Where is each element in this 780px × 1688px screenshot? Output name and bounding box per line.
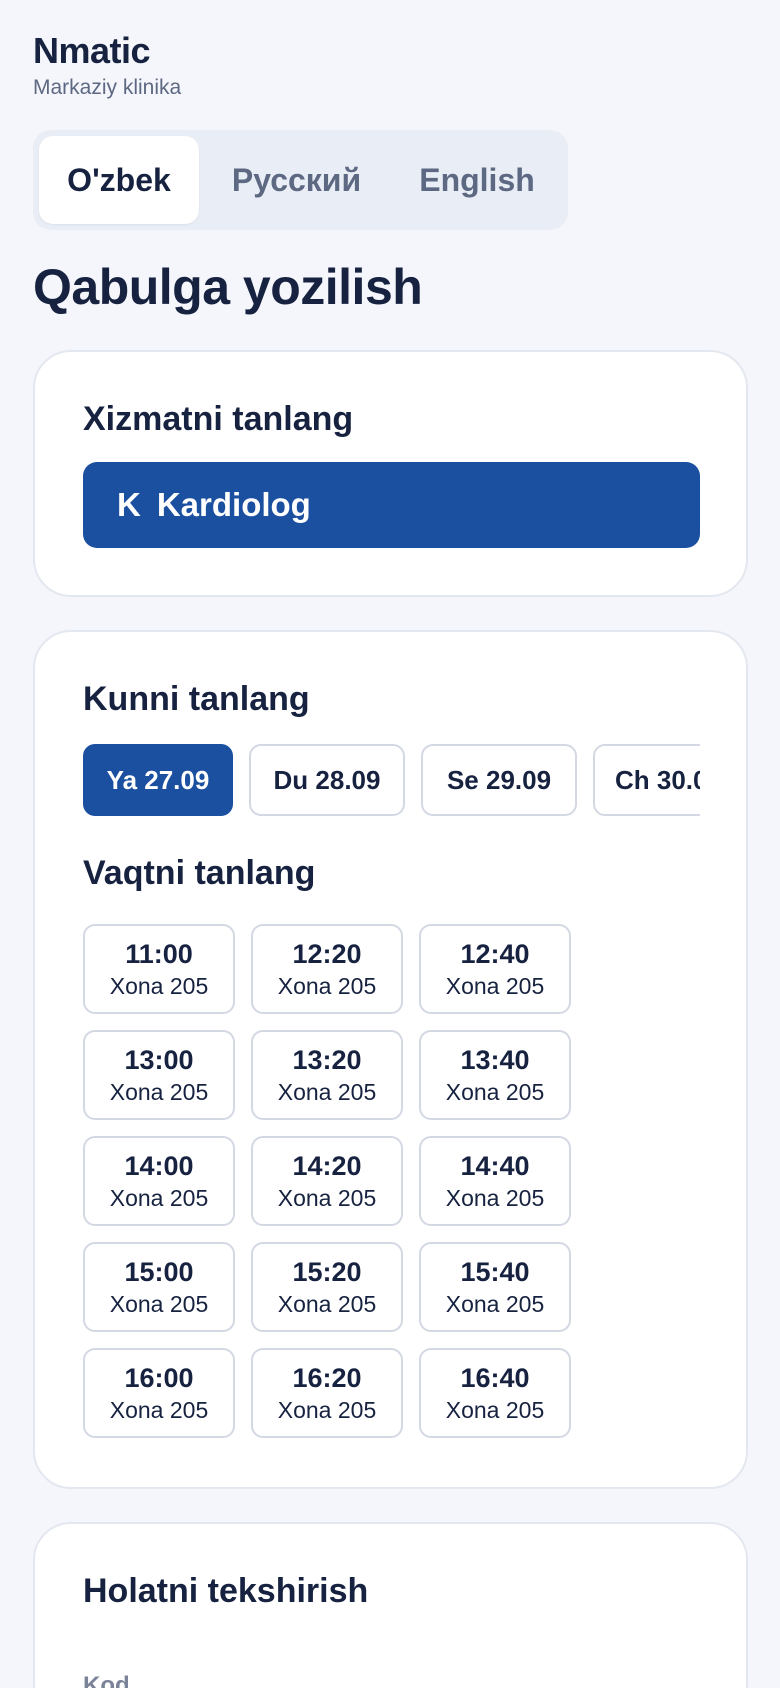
date-selector: Ya 27.09 Du 28.09 Se 29.09 Ch 30.09 (83, 744, 700, 818)
service-card: Xizmatni tanlang K Kardiolog (33, 350, 748, 597)
service-option-label: Kardiolog (156, 486, 311, 523)
time-slot[interactable]: 13:00 Xona 205 (83, 1030, 235, 1120)
slot-room: Xona 205 (277, 1185, 377, 1211)
date-section-title: Kunni tanlang (83, 680, 310, 718)
slot-time: 14:20 (292, 1151, 362, 1181)
time-slot[interactable]: 16:00 Xona 205 (83, 1348, 235, 1438)
status-check-card: Holatni tekshirish Kod (33, 1522, 748, 1688)
language-switcher: O'zbek Русский English (33, 130, 568, 230)
slot-time: 14:40 (460, 1151, 530, 1181)
date-chip[interactable]: Ch 30.09 (593, 744, 700, 816)
slot-time: 13:00 (124, 1045, 194, 1075)
time-slot[interactable]: 16:20 Xona 205 (251, 1348, 403, 1438)
time-slot[interactable]: 14:00 Xona 205 (83, 1136, 235, 1226)
date-chip[interactable]: Du 28.09 (249, 744, 405, 816)
slot-time: 16:40 (460, 1363, 530, 1393)
slot-time: 12:40 (460, 939, 530, 969)
status-section-title: Holatni tekshirish (83, 1572, 369, 1610)
slot-room: Xona 205 (445, 1397, 545, 1423)
app-name: Nmatic (33, 30, 151, 71)
date-chip[interactable]: Se 29.09 (421, 744, 577, 816)
slot-room: Xona 205 (109, 1185, 209, 1211)
time-slot[interactable]: 13:20 Xona 205 (251, 1030, 403, 1120)
language-tab-english[interactable]: English (394, 136, 560, 224)
slot-room: Xona 205 (277, 1079, 377, 1105)
time-slot[interactable]: 11:00 Xona 205 (83, 924, 235, 1014)
code-field-label: Kod (83, 1672, 130, 1688)
service-letter-icon: K (117, 486, 141, 523)
slot-room: Xona 205 (277, 1291, 377, 1317)
service-option-kardiolog[interactable]: K Kardiolog (83, 462, 700, 548)
slot-time: 13:20 (292, 1045, 362, 1075)
slot-room: Xona 205 (109, 1079, 209, 1105)
slot-time: 15:00 (124, 1257, 194, 1287)
slot-room: Xona 205 (277, 1397, 377, 1423)
clinic-name: Markaziy klinika (33, 76, 182, 99)
slot-room: Xona 205 (445, 1291, 545, 1317)
schedule-card: Kunni tanlang Ya 27.09 Du 28.09 Se 29.09… (33, 630, 748, 1489)
app-header: Nmatic Markaziy klinika (33, 30, 181, 100)
slot-room: Xona 205 (109, 1397, 209, 1423)
time-slot[interactable]: 13:40 Xona 205 (419, 1030, 571, 1120)
language-tab-uzbek[interactable]: O'zbek (39, 136, 199, 224)
time-slot[interactable]: 14:20 Xona 205 (251, 1136, 403, 1226)
page-title: Qabulga yozilish (33, 259, 423, 315)
time-slot[interactable]: 15:40 Xona 205 (419, 1242, 571, 1332)
time-slot[interactable]: 15:20 Xona 205 (251, 1242, 403, 1332)
slot-room: Xona 205 (445, 1185, 545, 1211)
time-slot[interactable]: 15:00 Xona 205 (83, 1242, 235, 1332)
slot-time: 16:00 (124, 1363, 194, 1393)
language-tab-russian[interactable]: Русский (199, 136, 394, 224)
time-section-title: Vaqtni tanlang (83, 854, 316, 892)
slot-room: Xona 205 (445, 1079, 545, 1105)
slot-time: 12:20 (292, 939, 362, 969)
slot-time: 14:00 (124, 1151, 194, 1181)
slot-room: Xona 205 (109, 973, 209, 999)
slot-room: Xona 205 (445, 973, 545, 999)
time-slot[interactable]: 14:40 Xona 205 (419, 1136, 571, 1226)
slot-room: Xona 205 (109, 1291, 209, 1317)
time-slot[interactable]: 16:40 Xona 205 (419, 1348, 571, 1438)
slot-time: 15:20 (292, 1257, 362, 1287)
service-section-title: Xizmatni tanlang (83, 400, 354, 438)
date-chip[interactable]: Ya 27.09 (83, 744, 233, 816)
slot-time: 16:20 (292, 1363, 362, 1393)
time-slot[interactable]: 12:20 Xona 205 (251, 924, 403, 1014)
time-slot[interactable]: 12:40 Xona 205 (419, 924, 571, 1014)
slot-room: Xona 205 (277, 973, 377, 999)
time-slot-grid: 11:00 Xona 205 12:20 Xona 205 12:40 Xona 20… (83, 924, 571, 1438)
slot-time: 13:40 (460, 1045, 530, 1075)
slot-time: 11:00 (125, 939, 193, 969)
slot-time: 15:40 (460, 1257, 530, 1287)
